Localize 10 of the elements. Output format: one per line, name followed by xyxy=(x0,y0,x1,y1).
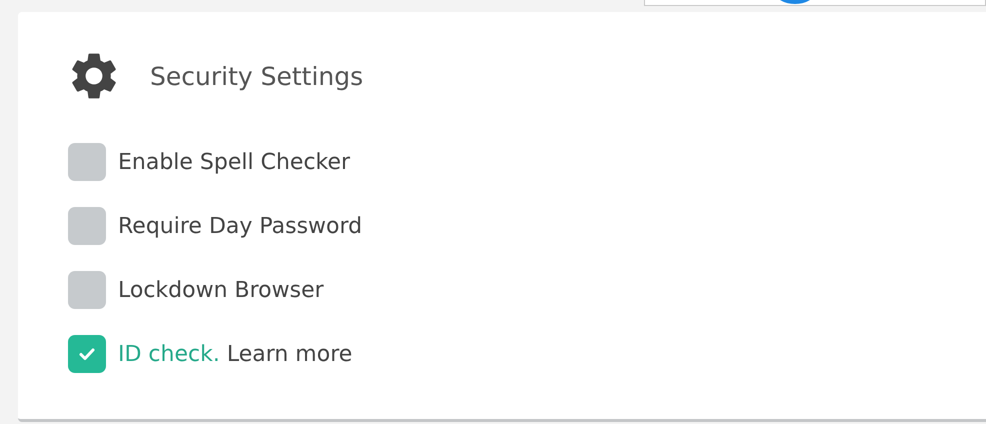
panel-title: Security Settings xyxy=(150,62,364,90)
option-label: Lockdown Browser xyxy=(118,278,324,302)
checkbox[interactable] xyxy=(68,207,106,245)
checkbox[interactable] xyxy=(68,271,106,309)
option-label: ID check. xyxy=(118,342,220,366)
checkbox[interactable] xyxy=(68,143,106,181)
learn-more-link[interactable]: Learn more xyxy=(226,342,352,366)
option-label: Enable Spell Checker xyxy=(118,150,350,174)
option-label: Require Day Password xyxy=(118,214,362,238)
checkbox[interactable] xyxy=(68,335,106,373)
